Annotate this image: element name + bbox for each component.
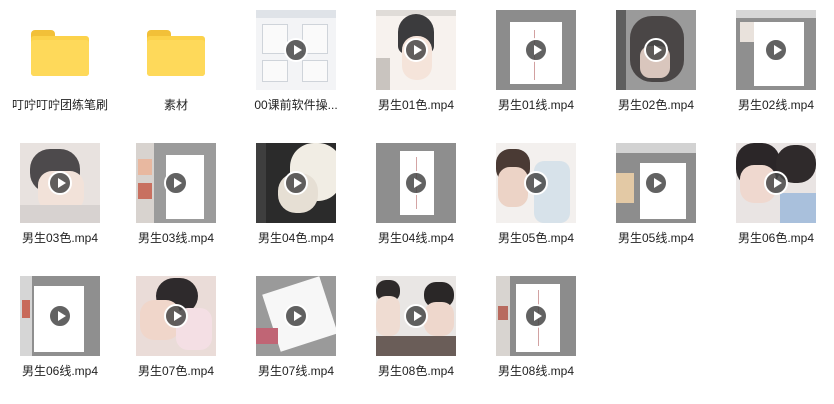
video-item[interactable]: 男生05色.mp4 [476, 133, 596, 261]
item-label: 素材 [163, 98, 188, 112]
video-thumbnail [736, 10, 816, 90]
item-label: 男生08色.mp4 [377, 364, 455, 378]
folder-thumbnail [20, 10, 100, 90]
item-label: 男生07色.mp4 [137, 364, 215, 378]
item-label: 男生01线.mp4 [497, 98, 575, 112]
item-label: 男生04色.mp4 [257, 231, 335, 245]
item-label: 男生06线.mp4 [21, 364, 99, 378]
item-label: 男生03色.mp4 [21, 231, 99, 245]
play-icon [404, 171, 428, 195]
video-thumbnail [376, 276, 456, 356]
video-item[interactable]: 男生04色.mp4 [236, 133, 356, 261]
video-item[interactable]: 男生02线.mp4 [716, 0, 834, 128]
folder-icon [31, 30, 89, 76]
play-icon [284, 38, 308, 62]
video-thumbnail [376, 10, 456, 90]
item-label: 男生02色.mp4 [617, 98, 695, 112]
video-item[interactable]: 男生01色.mp4 [356, 0, 476, 128]
play-icon [284, 171, 308, 195]
video-thumbnail [616, 143, 696, 223]
play-icon [164, 171, 188, 195]
video-item[interactable]: 男生03线.mp4 [116, 133, 236, 261]
video-thumbnail [136, 143, 216, 223]
video-thumbnail [256, 276, 336, 356]
video-thumbnail [136, 276, 216, 356]
video-thumbnail [20, 276, 100, 356]
item-label: 男生01色.mp4 [377, 98, 455, 112]
play-icon [48, 304, 72, 328]
item-label: 男生04线.mp4 [377, 231, 455, 245]
play-icon [524, 304, 548, 328]
video-thumbnail [256, 143, 336, 223]
play-icon [48, 171, 72, 195]
video-thumbnail [20, 143, 100, 223]
item-label: 男生03线.mp4 [137, 231, 215, 245]
play-icon [284, 304, 308, 328]
play-icon [404, 38, 428, 62]
item-label: 男生05线.mp4 [617, 231, 695, 245]
video-thumbnail [616, 10, 696, 90]
video-item[interactable]: 男生04线.mp4 [356, 133, 476, 261]
video-item[interactable]: 男生08色.mp4 [356, 266, 476, 394]
item-label: 男生08线.mp4 [497, 364, 575, 378]
folder-icon [147, 30, 205, 76]
play-icon [404, 304, 428, 328]
item-label: 男生02线.mp4 [737, 98, 815, 112]
video-item[interactable]: 男生03色.mp4 [0, 133, 120, 261]
video-item[interactable]: 00课前软件操... [236, 0, 356, 128]
video-item[interactable]: 男生02色.mp4 [596, 0, 716, 128]
video-thumbnail [256, 10, 336, 90]
video-thumbnail [496, 143, 576, 223]
folder-item[interactable]: 素材 [116, 0, 236, 128]
item-label: 男生06色.mp4 [737, 231, 815, 245]
item-label: 00课前软件操... [254, 98, 338, 112]
folder-thumbnail [136, 10, 216, 90]
video-item[interactable]: 男生07线.mp4 [236, 266, 356, 394]
play-icon [524, 38, 548, 62]
play-icon [644, 38, 668, 62]
play-icon [164, 304, 188, 328]
video-item[interactable]: 男生08线.mp4 [476, 266, 596, 394]
item-label: 叮咛叮咛团练笔刷 [11, 98, 108, 112]
play-icon [644, 171, 668, 195]
video-thumbnail [736, 143, 816, 223]
video-thumbnail [376, 143, 456, 223]
video-item[interactable]: 男生06色.mp4 [716, 133, 834, 261]
item-label: 男生07线.mp4 [257, 364, 335, 378]
play-icon [764, 38, 788, 62]
item-label: 男生05色.mp4 [497, 231, 575, 245]
play-icon [764, 171, 788, 195]
video-thumbnail [496, 10, 576, 90]
video-thumbnail [496, 276, 576, 356]
video-item[interactable]: 男生05线.mp4 [596, 133, 716, 261]
video-item[interactable]: 男生07色.mp4 [116, 266, 236, 394]
folder-item[interactable]: 叮咛叮咛团练笔刷 [0, 0, 120, 128]
video-item[interactable]: 男生01线.mp4 [476, 0, 596, 128]
file-grid: 叮咛叮咛团练笔刷 素材 00课前软件操... 男生01色.mp4 男生01线.m… [0, 0, 834, 404]
play-icon [524, 171, 548, 195]
video-item[interactable]: 男生06线.mp4 [0, 266, 120, 394]
